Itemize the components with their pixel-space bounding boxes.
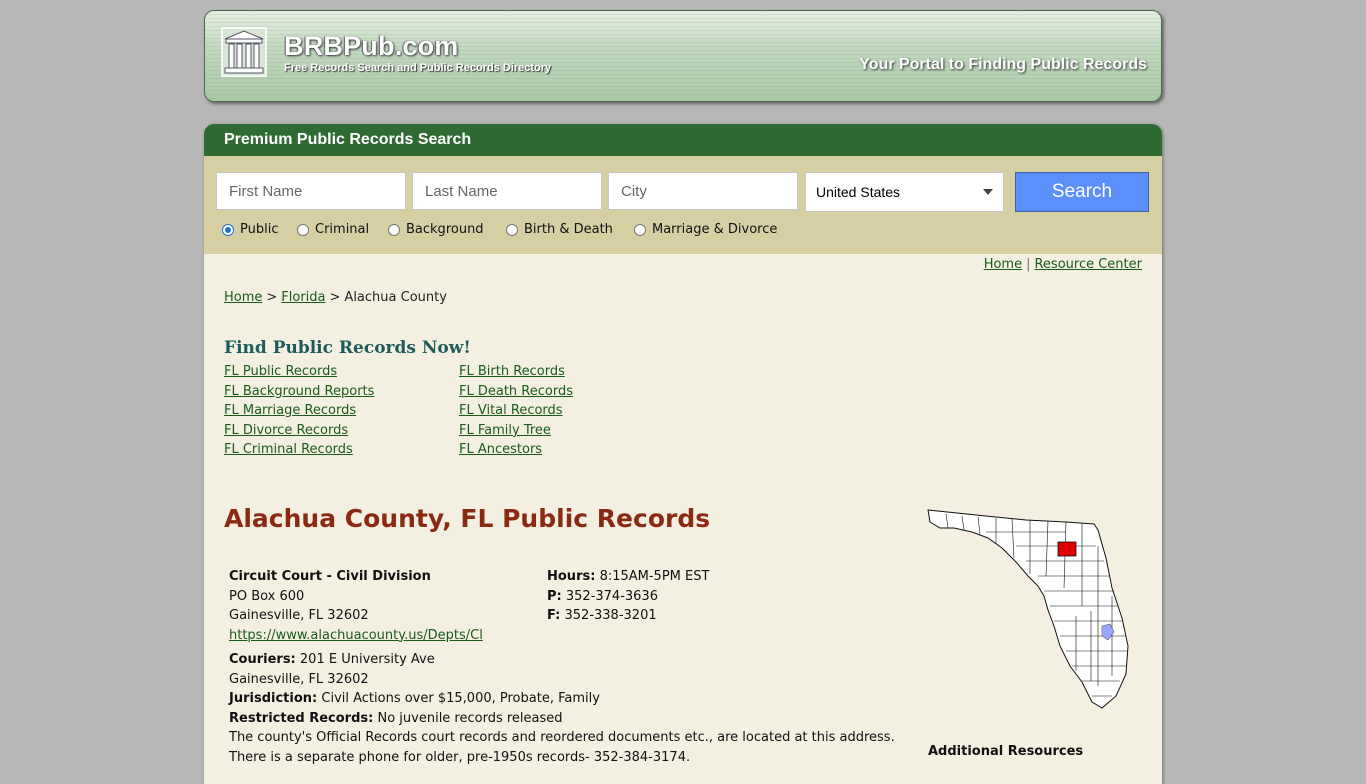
- link-fl-divorce-records[interactable]: FL Divorce Records: [224, 421, 374, 441]
- radio-marriage-divorce[interactable]: Marriage & Divorce: [634, 222, 777, 237]
- radio-public[interactable]: Public: [222, 222, 278, 237]
- country-select[interactable]: United States: [805, 172, 1004, 212]
- hours-value: 8:15AM-5PM EST: [599, 569, 710, 584]
- site-header-banner: BRBPub.com Free Records Search and Publi…: [204, 10, 1162, 102]
- chevron-down-icon: [983, 189, 993, 195]
- restricted-label: Restricted Records:: [229, 710, 374, 726]
- radio-label: Birth & Death: [524, 222, 613, 237]
- link-fl-background-reports[interactable]: FL Background Reports: [224, 382, 374, 402]
- jurisdiction-label: Jurisdiction:: [229, 691, 318, 706]
- radio-criminal[interactable]: Criminal: [297, 222, 369, 237]
- country-select-value: United States: [816, 184, 901, 200]
- couriers-city: Gainesville, FL 32602: [229, 671, 369, 687]
- radio-dot-icon[interactable]: [297, 223, 309, 236]
- phone-label: P:: [547, 588, 562, 604]
- radio-dot-icon[interactable]: [634, 223, 646, 236]
- search-form: United States Search Public Criminal Bac…: [204, 156, 1162, 254]
- additional-resources-title: Additional Resources: [928, 744, 1084, 759]
- top-link-resource-center[interactable]: Resource Center: [1034, 257, 1142, 272]
- find-records-title: Find Public Records Now!: [224, 338, 471, 358]
- breadcrumb-home[interactable]: Home: [224, 290, 262, 305]
- office-contact-block: Hours: 8:15AM-5PM EST P: 352-374-3636 F:…: [547, 567, 709, 626]
- link-fl-criminal-records[interactable]: FL Criminal Records: [224, 440, 374, 460]
- couriers-value: 201 E University Ave: [299, 652, 435, 667]
- breadcrumb-current: Alachua County: [344, 290, 447, 305]
- radio-label: Background: [406, 222, 484, 237]
- link-fl-family-tree[interactable]: FL Family Tree: [459, 421, 573, 441]
- link-fl-death-records[interactable]: FL Death Records: [459, 382, 573, 402]
- site-name[interactable]: BRBPub.com: [284, 31, 459, 62]
- restricted-value: No juvenile records released: [377, 710, 563, 726]
- breadcrumb-florida[interactable]: Florida: [281, 290, 325, 305]
- radio-background[interactable]: Background: [388, 222, 484, 237]
- phone-value: 352-374-3636: [565, 588, 658, 604]
- radio-label: Criminal: [315, 222, 370, 237]
- note-line-2: There is a separate phone for older, pre…: [229, 749, 691, 765]
- office-name: Circuit Court - Civil Division: [229, 569, 431, 584]
- radio-dot-icon[interactable]: [222, 223, 234, 236]
- office-details-block: Couriers: 201 E University Ave Gainesvil…: [229, 650, 919, 767]
- radio-dot-icon[interactable]: [506, 223, 518, 236]
- link-fl-vital-records[interactable]: FL Vital Records: [459, 401, 573, 421]
- site-tagline: Free Records Search and Public Records D…: [284, 62, 552, 74]
- search-section-title: Premium Public Records Search: [204, 124, 1162, 156]
- building-columns-icon[interactable]: [221, 27, 267, 77]
- link-separator: |: [1026, 257, 1031, 272]
- note-line-1: The county's Official Records court reco…: [229, 730, 895, 745]
- city-input[interactable]: [608, 172, 798, 210]
- link-fl-birth-records[interactable]: FL Birth Records: [459, 362, 573, 382]
- office-website-link[interactable]: https://www.alachuacounty.us/Depts/Cl: [229, 628, 483, 643]
- fax-value: 352-338-3201: [564, 608, 657, 623]
- radio-birth-death[interactable]: Birth & Death: [506, 222, 613, 237]
- florida-county-map[interactable]: [926, 506, 1132, 710]
- first-name-input[interactable]: [216, 172, 406, 210]
- hours-label: Hours:: [547, 569, 596, 584]
- search-button[interactable]: Search: [1015, 172, 1149, 212]
- couriers-label: Couriers:: [229, 652, 296, 667]
- find-records-links-left: FL Public Records FL Background Reports …: [224, 362, 374, 460]
- top-link-home[interactable]: Home: [984, 257, 1022, 272]
- main-content-panel: Premium Public Records Search United Sta…: [204, 124, 1162, 784]
- top-links: Home | Resource Center: [984, 257, 1142, 272]
- link-fl-public-records[interactable]: FL Public Records: [224, 362, 374, 382]
- link-fl-ancestors[interactable]: FL Ancestors: [459, 440, 573, 460]
- radio-dot-icon[interactable]: [388, 223, 400, 236]
- find-records-links-right: FL Birth Records FL Death Records FL Vit…: [459, 362, 573, 460]
- radio-label: Marriage & Divorce: [652, 222, 778, 237]
- breadcrumb-separator: >: [329, 290, 341, 305]
- breadcrumb: Home > Florida > Alachua County: [224, 290, 447, 305]
- last-name-input[interactable]: [412, 172, 602, 210]
- county-title: Alachua County, FL Public Records: [224, 504, 711, 533]
- breadcrumb-separator: >: [266, 290, 278, 305]
- portal-slogan: Your Portal to Finding Public Records: [859, 56, 1147, 73]
- link-fl-marriage-records[interactable]: FL Marriage Records: [224, 401, 374, 421]
- radio-label: Public: [240, 222, 279, 237]
- jurisdiction-value: Civil Actions over $15,000, Probate, Fam…: [321, 691, 600, 706]
- fax-label: F:: [547, 608, 561, 623]
